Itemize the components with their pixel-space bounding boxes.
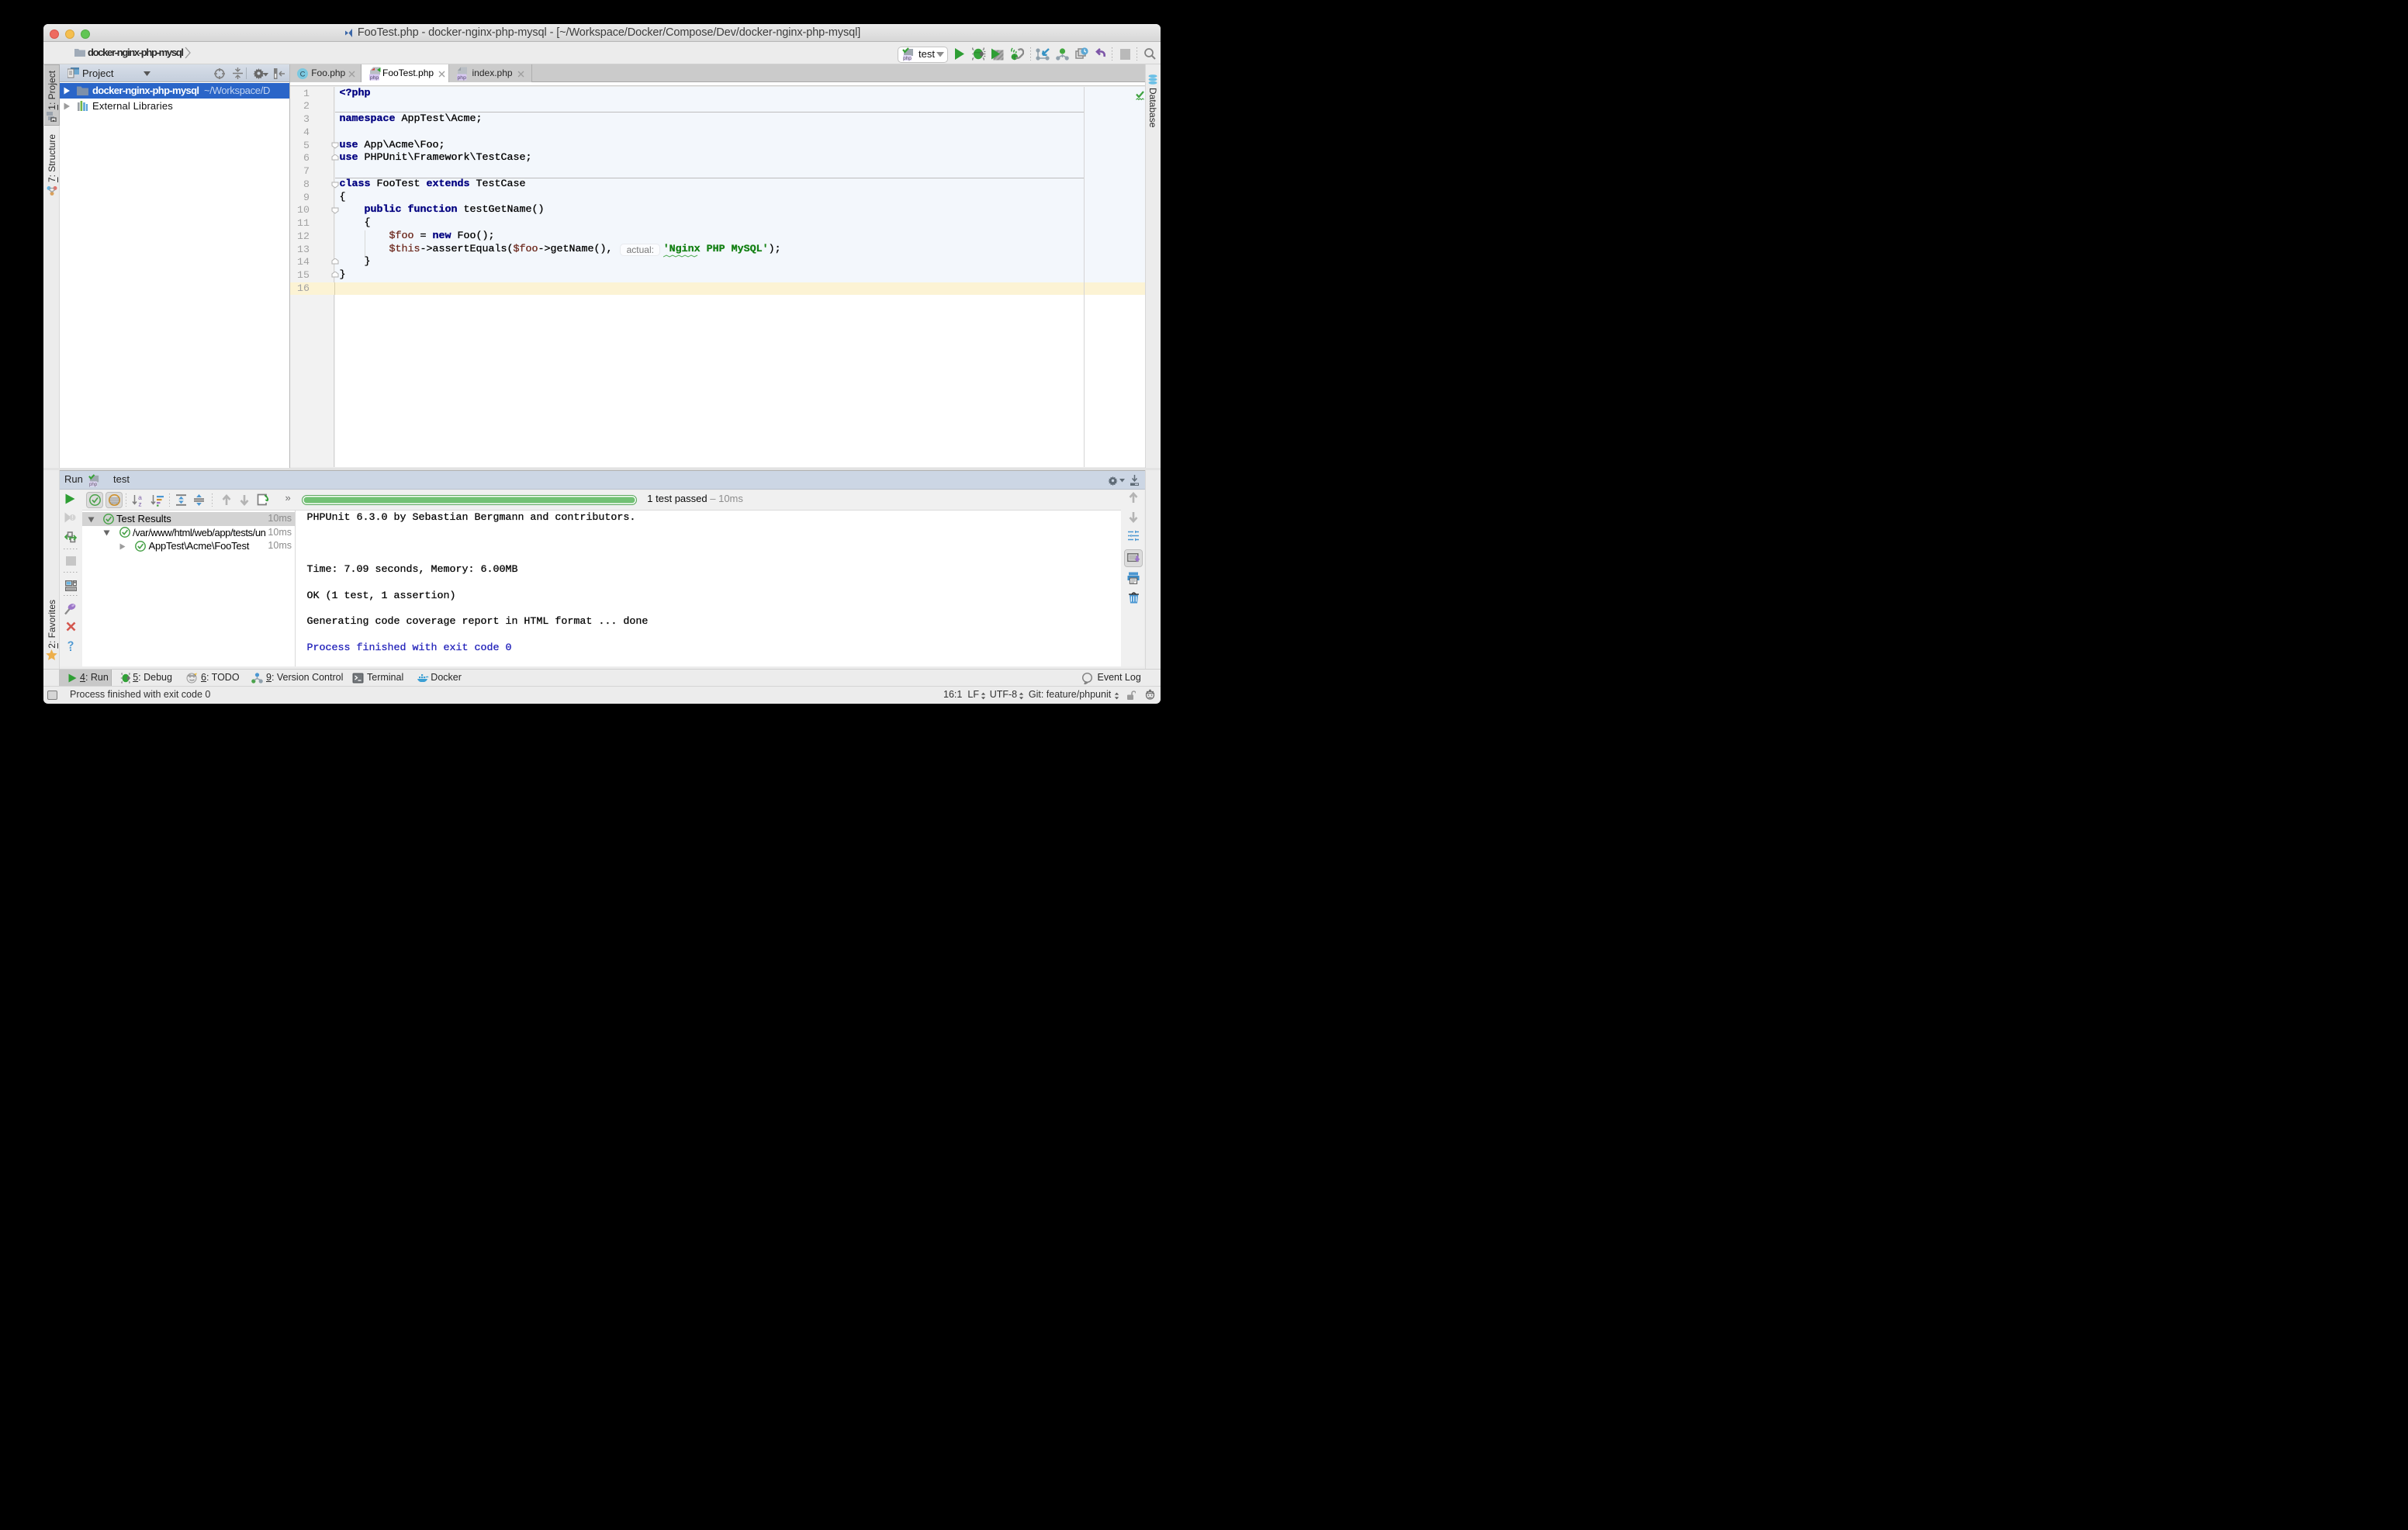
svg-text:php: php [903, 56, 912, 61]
svg-text:z: z [138, 500, 141, 507]
svg-text:C: C [300, 70, 306, 78]
svg-text:!: ! [71, 514, 73, 521]
svg-text:?: ? [67, 639, 74, 651]
svg-text:php: php [369, 75, 379, 81]
svg-text:php: php [458, 75, 467, 81]
svg-text:php: php [89, 482, 98, 487]
